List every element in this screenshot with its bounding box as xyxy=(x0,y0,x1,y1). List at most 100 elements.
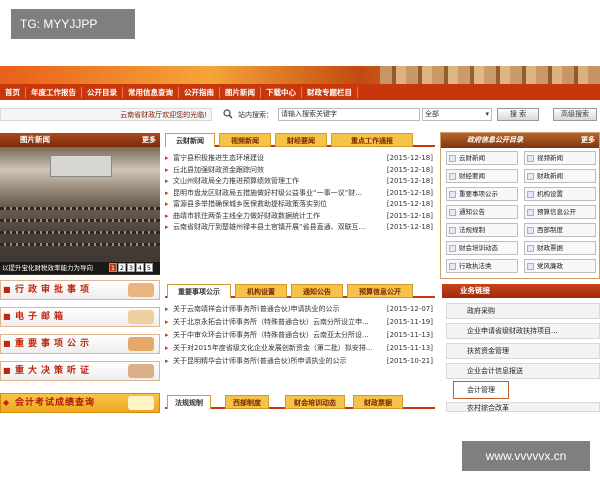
nav-item-catalog[interactable]: 公开目录 xyxy=(82,86,123,98)
notice-date: [2015-11-19] xyxy=(383,315,433,329)
advanced-search-button[interactable]: 高级搜索 xyxy=(553,108,597,121)
nav-item-home[interactable]: 首页 xyxy=(0,86,26,98)
nav-item-download[interactable]: 下载中心 xyxy=(261,86,302,98)
chevron-down-icon: ▾ xyxy=(485,110,489,118)
nav-item-guide[interactable]: 公开指南 xyxy=(179,86,220,98)
list-item[interactable]: ▸ 富源县多举措确保城乡医保救助提标政策落实到位 [2015-12-18] xyxy=(165,199,433,211)
pager-3[interactable]: 3 xyxy=(127,263,135,272)
tab-yuncai-news[interactable]: 云财新闻 xyxy=(165,133,215,147)
photo-news-more-link[interactable]: 更多 xyxy=(142,133,156,147)
gov-item[interactable]: 财政票据 xyxy=(524,241,596,255)
news-title[interactable]: 富源县多举措确保城乡医保救助提标政策落实到位 xyxy=(173,200,327,208)
gov-item-label: 视频新闻 xyxy=(537,154,563,162)
doc-icon xyxy=(449,209,456,216)
news-title[interactable]: 丘北县加强财政资金跟踪问效 xyxy=(173,166,264,174)
news-title[interactable]: 富宁县积极推进生态环境建设 xyxy=(173,154,264,162)
gov-info-more-link[interactable]: 更多 xyxy=(581,133,595,148)
list-item[interactable]: ▸ 关于中审众环会计师事务所（特殊普通合伙）云南亚太分所设... [2015-11-… xyxy=(165,328,433,342)
news-title[interactable]: 文山州财政局全力推进预算绩效管理工作 xyxy=(173,177,299,185)
tab-regulations[interactable]: 法规规制 xyxy=(167,395,211,409)
business-link[interactable]: 政府采购 xyxy=(446,303,600,319)
tab-budget-info[interactable]: 预算信息公开 xyxy=(347,284,413,298)
pager-5[interactable]: 5 xyxy=(145,263,153,272)
doc-icon xyxy=(449,173,456,180)
important-notice-button[interactable]: ■ 重要事项公示 xyxy=(0,334,160,354)
gov-item[interactable]: 法规规制 xyxy=(446,223,518,237)
exam-score-label: 会计考试成绩查询 xyxy=(15,398,96,408)
photo-news-image[interactable] xyxy=(0,147,160,275)
news-title[interactable]: 云南省财政厅到楚雄州禄丰县土官镇开展“省县直通、双联互... xyxy=(173,223,365,231)
list-item[interactable]: ▸ 云南省财政厅到楚雄州禄丰县土官镇开展“省县直通、双联互... [2015-12-… xyxy=(165,222,433,234)
nav-item-info-query[interactable]: 常用信息查询 xyxy=(123,86,179,98)
list-item[interactable]: ▸ 关于昆明精华会计师事务所(普通合伙)所申请执业的公示 [2015-10-21] xyxy=(165,354,433,368)
business-links-title: 业务链接 xyxy=(460,286,490,295)
stage-screen xyxy=(50,155,112,177)
notice-title[interactable]: 关于昆明精华会计师事务所(普通合伙)所申请执业的公示 xyxy=(173,357,346,365)
search-scope-select[interactable]: 全部 ▾ xyxy=(422,108,492,121)
tab-receipts[interactable]: 财政票据 xyxy=(353,395,403,409)
tab-announcements[interactable]: 通知公告 xyxy=(291,284,343,298)
gov-item[interactable]: 财政新闻 xyxy=(524,169,596,183)
list-item[interactable]: ▸ 曲靖市抓住两条主线全力做好财政数据统计工作 [2015-12-18] xyxy=(165,210,433,222)
gov-item[interactable]: 云财新闻 xyxy=(446,151,518,165)
search-input[interactable]: 请输入搜索关键字 xyxy=(278,108,420,121)
exam-score-button[interactable]: ◆ 会计考试成绩查询 xyxy=(0,393,160,413)
doc-icon xyxy=(449,245,456,252)
pager-4[interactable]: 4 xyxy=(136,263,144,272)
gov-item[interactable]: 西部制度 xyxy=(524,223,596,237)
business-link[interactable]: 农村综合改革 xyxy=(446,402,600,412)
pager-2[interactable]: 2 xyxy=(118,263,126,272)
envelope-icon xyxy=(128,310,154,324)
gov-item[interactable]: 预算信息公开 xyxy=(524,205,596,219)
doc-icon xyxy=(527,173,534,180)
notice-title[interactable]: 关于北京永拓会计师事务所（特殊普通合伙）云南分所设立申... xyxy=(173,318,369,326)
gov-item[interactable]: 财会培训动态 xyxy=(446,241,518,255)
news-title[interactable]: 曲靖市抓住两条主线全力做好财政数据统计工作 xyxy=(173,212,320,220)
news-date: [2015-12-18] xyxy=(383,164,433,176)
gov-item[interactable]: 机构设置 xyxy=(524,187,596,201)
tab-video-news[interactable]: 视频新闻 xyxy=(219,133,271,147)
email-label: 电子邮箱 xyxy=(15,312,68,322)
list-item[interactable]: ▸ 丘北县加强财政资金跟踪问效 [2015-12-18] xyxy=(165,164,433,176)
nav-item-annual-report[interactable]: 年度工作报告 xyxy=(26,86,82,98)
business-link[interactable]: 企业会计信息报送 xyxy=(446,363,600,379)
list-item[interactable]: ▸ 昆明市盘龙区财政局五措施做好村级公益事业“一事一议”财... [2015-12-… xyxy=(165,187,433,199)
tab-finance-news[interactable]: 财经要闻 xyxy=(275,133,327,147)
list-item[interactable]: ▸ 关于北京永拓会计师事务所（特殊普通合伙）云南分所设立申... [2015-11-… xyxy=(165,315,433,329)
nav-item-topics[interactable]: 财政专题栏目 xyxy=(302,86,358,98)
notice-title[interactable]: 关于对2015年度省级文化企业发展创新资金（第二批）拟安排... xyxy=(173,344,373,352)
gov-item-label: 云财新闻 xyxy=(459,154,485,162)
gov-item[interactable]: 财经要闻 xyxy=(446,169,518,183)
list-item[interactable]: ▸ 关于云南靖祥会计师事务所(普通合伙)申请执业的公示 [2015-12-07] xyxy=(165,304,433,316)
news-date: [2015-12-18] xyxy=(383,199,433,211)
tab-training[interactable]: 财会培训动态 xyxy=(285,395,345,409)
gov-item[interactable]: 视频新闻 xyxy=(524,151,596,165)
gov-item[interactable]: 通知公告 xyxy=(446,205,518,219)
gov-item[interactable]: 行政执法类 xyxy=(446,259,518,273)
list-item[interactable]: ▸ 文山州财政局全力推进预算绩效管理工作 [2015-12-18] xyxy=(165,176,433,188)
tab-west[interactable]: 西部制度 xyxy=(225,395,269,409)
news-title[interactable]: 昆明市盘龙区财政局五措施做好村级公益事业“一事一议”财... xyxy=(173,189,362,197)
bullet-icon: ▸ xyxy=(165,343,169,352)
business-link[interactable]: 企业申请省级财政扶持项目... xyxy=(446,323,600,339)
notice-title[interactable]: 关于云南靖祥会计师事务所(普通合伙)申请执业的公示 xyxy=(173,305,339,313)
nav-item-photo-news[interactable]: 图片新闻 xyxy=(220,86,261,98)
list-item[interactable]: ▸ 富宁县积极推进生态环境建设 [2015-12-18] xyxy=(165,153,433,165)
pager-1[interactable]: 1 xyxy=(109,263,117,272)
gov-item[interactable]: 重要事项公示 xyxy=(446,187,518,201)
gov-item[interactable]: 党风廉政 xyxy=(524,259,596,273)
notice-list: ▸ 关于云南靖祥会计师事务所(普通合伙)申请执业的公示 [2015-12-07] ▸… xyxy=(165,304,433,368)
email-button[interactable]: ■ 电子邮箱 xyxy=(0,307,160,327)
tab-important-notice[interactable]: 重要事项公示 xyxy=(167,284,231,298)
hearing-button[interactable]: ■ 重大决策听证 xyxy=(0,361,160,381)
admin-approval-button[interactable]: ■ 行政审批事项 xyxy=(0,280,160,300)
business-link[interactable]: 扶贫资金管理 xyxy=(446,343,600,359)
doc-icon xyxy=(527,227,534,234)
search-button[interactable]: 搜 索 xyxy=(497,108,539,121)
gov-info-header: 政府信息公开目录 更多 xyxy=(441,133,599,148)
list-item[interactable]: ▸ 关于对2015年度省级文化企业发展创新资金（第二批）拟安排... [2015-1… xyxy=(165,341,433,355)
tab-key-work[interactable]: 重点工作通报 xyxy=(331,133,413,147)
business-link[interactable]: 会计管理 xyxy=(446,382,600,398)
tab-org[interactable]: 机构设置 xyxy=(235,284,287,298)
notice-title[interactable]: 关于中审众环会计师事务所（特殊普通合伙）云南亚太分所设... xyxy=(173,331,369,339)
